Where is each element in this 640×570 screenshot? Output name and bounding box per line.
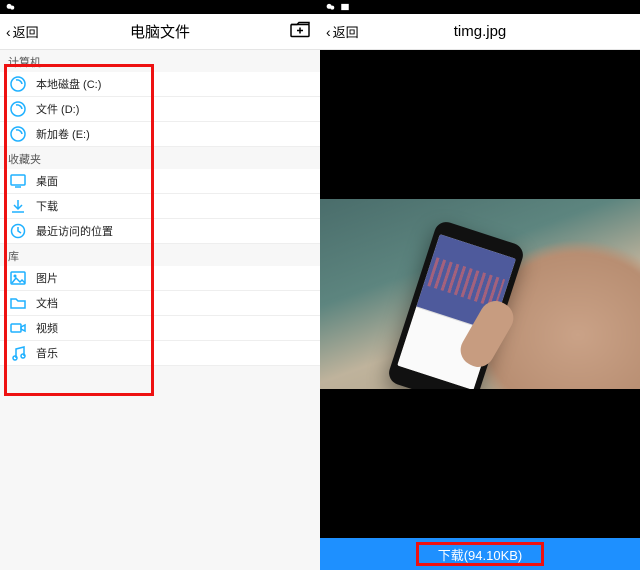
section-computer: 计算机 bbox=[0, 50, 320, 72]
header: ‹ 返回 timg.jpg bbox=[320, 14, 640, 50]
preview-image[interactable] bbox=[320, 199, 640, 389]
drive-label: 新加卷 (E:) bbox=[36, 126, 90, 142]
back-button[interactable]: ‹ 返回 bbox=[320, 22, 359, 41]
video-icon bbox=[10, 320, 26, 336]
wechat-icon bbox=[6, 2, 16, 12]
download-bar: 下载(94.10KB) bbox=[320, 538, 640, 570]
drive-label: 文件 (D:) bbox=[36, 101, 79, 117]
wechat-icon bbox=[326, 2, 336, 12]
header: ‹ 返回 电脑文件 bbox=[0, 14, 320, 50]
back-label: 返回 bbox=[333, 22, 359, 41]
chevron-left-icon: ‹ bbox=[6, 24, 11, 40]
disk-icon bbox=[10, 101, 26, 117]
section-favorites: 收藏夹 bbox=[0, 147, 320, 169]
fav-downloads[interactable]: 下载 bbox=[0, 194, 320, 219]
chevron-left-icon: ‹ bbox=[326, 24, 331, 40]
gallery-icon bbox=[340, 2, 350, 12]
add-folder-button[interactable] bbox=[290, 21, 310, 42]
download-icon bbox=[10, 198, 26, 214]
music-icon bbox=[10, 345, 26, 361]
image-viewer-pane: ‹ 返回 timg.jpg 下载(94.10KB) bbox=[320, 0, 640, 570]
fav-label: 下载 bbox=[36, 198, 58, 214]
file-list: 计算机 本地磁盘 (C:) 文件 (D:) 新加卷 (E:) 收藏夹 桌面 下载 bbox=[0, 50, 320, 366]
fav-label: 最近访问的位置 bbox=[36, 223, 113, 239]
lib-label: 音乐 bbox=[36, 345, 58, 361]
disk-icon bbox=[10, 76, 26, 92]
fav-label: 桌面 bbox=[36, 173, 58, 189]
lib-pictures[interactable]: 图片 bbox=[0, 266, 320, 291]
back-button[interactable]: ‹ 返回 bbox=[0, 22, 39, 41]
page-title: timg.jpg bbox=[320, 23, 640, 40]
drive-label: 本地磁盘 (C:) bbox=[36, 76, 101, 92]
drive-d[interactable]: 文件 (D:) bbox=[0, 97, 320, 122]
drive-c[interactable]: 本地磁盘 (C:) bbox=[0, 72, 320, 97]
section-library: 库 bbox=[0, 244, 320, 266]
disk-icon bbox=[10, 126, 26, 142]
lib-music[interactable]: 音乐 bbox=[0, 341, 320, 366]
lib-docs[interactable]: 文档 bbox=[0, 291, 320, 316]
fav-recent[interactable]: 最近访问的位置 bbox=[0, 219, 320, 244]
download-button[interactable]: 下载(94.10KB) bbox=[320, 538, 640, 570]
lib-video[interactable]: 视频 bbox=[0, 316, 320, 341]
status-bar bbox=[320, 0, 640, 14]
lib-label: 文档 bbox=[36, 295, 58, 311]
lib-label: 图片 bbox=[36, 270, 58, 286]
status-bar bbox=[0, 0, 320, 14]
lib-label: 视频 bbox=[36, 320, 58, 336]
image-icon bbox=[10, 270, 26, 286]
desktop-icon bbox=[10, 173, 26, 189]
drive-e[interactable]: 新加卷 (E:) bbox=[0, 122, 320, 147]
image-area bbox=[320, 50, 640, 538]
page-title: 电脑文件 bbox=[0, 21, 320, 42]
fav-desktop[interactable]: 桌面 bbox=[0, 169, 320, 194]
back-label: 返回 bbox=[13, 22, 39, 41]
file-browser-pane: ‹ 返回 电脑文件 计算机 本地磁盘 (C:) 文件 (D:) 新加卷 (E:) bbox=[0, 0, 320, 570]
clock-icon bbox=[10, 223, 26, 239]
folder-icon bbox=[10, 295, 26, 311]
